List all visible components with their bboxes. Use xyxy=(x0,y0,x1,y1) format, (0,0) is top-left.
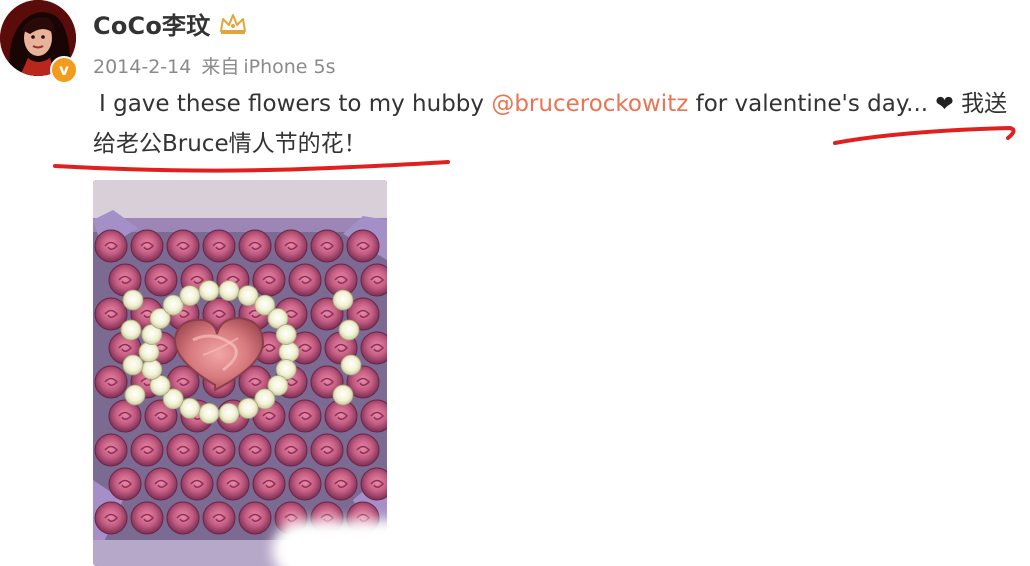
post-date[interactable]: 2014-2-14 xyxy=(93,56,191,78)
post-text-part2: for valentine's day... xyxy=(688,91,936,117)
verified-badge-icon: v xyxy=(50,56,78,84)
post-image[interactable] xyxy=(93,180,387,566)
username-row: CoCo李玟 xyxy=(93,6,248,41)
post-text-part1: I gave these flowers to my hubby xyxy=(99,91,492,117)
mention-link[interactable]: @brucerockowitz xyxy=(491,91,688,117)
post-source-prefix: 来自 xyxy=(201,56,240,78)
username[interactable]: CoCo李玟 xyxy=(93,6,210,41)
post-text-line1: I gave these flowers to my hubby @brucer… xyxy=(99,84,1007,125)
red-underline-right xyxy=(833,125,1016,145)
redaction-blur xyxy=(272,520,482,566)
heart-icon: ❤ xyxy=(935,92,954,117)
crown-icon xyxy=(220,13,247,34)
post-text-part3: 我送 xyxy=(953,91,1008,117)
rose-cluster xyxy=(94,229,387,535)
post-source-device: iPhone 5s xyxy=(243,56,336,78)
flower-box-picture xyxy=(93,180,387,566)
post-meta: 2014-2-14 来自 iPhone 5s xyxy=(93,52,346,79)
weibo-post: v CoCo李玟 2014-2-14 来自 iPhone 5s I gave the… xyxy=(0,0,1030,566)
post-text-line2: 给老公Bruce情人节的花！ xyxy=(93,131,367,157)
